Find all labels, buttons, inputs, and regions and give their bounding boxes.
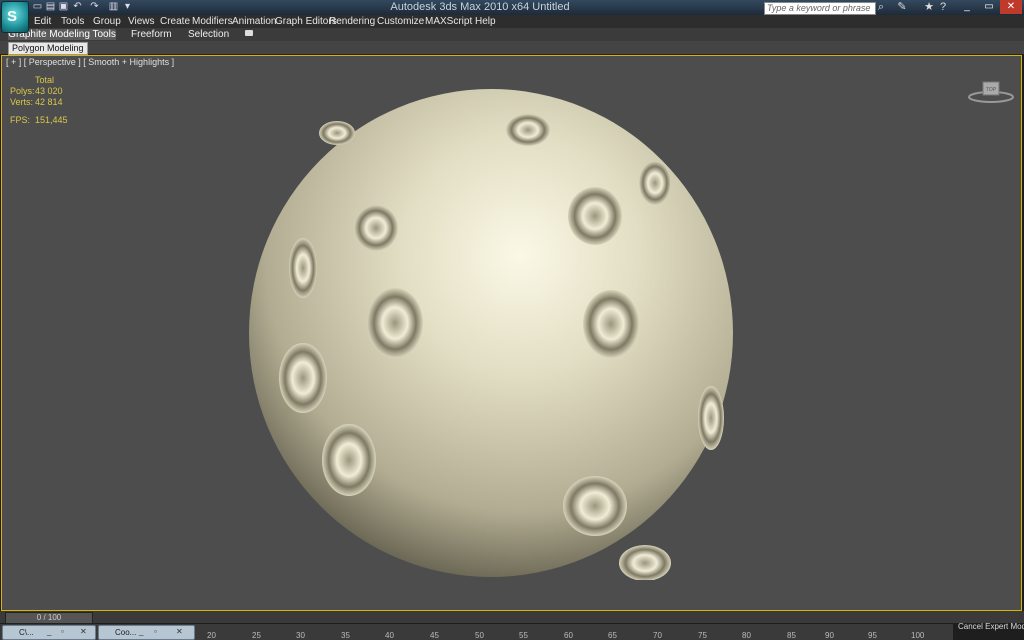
app-logo: S (7, 8, 18, 25)
tick-label: 25 (252, 631, 261, 640)
tick-label: 60 (564, 631, 573, 640)
ribbon-tabs: Graphite Modeling Tools Freeform Selecti… (0, 28, 1024, 41)
minimize-icon[interactable]: _ (47, 628, 55, 636)
menu-group[interactable]: Group (93, 16, 121, 27)
tick-label: 20 (207, 631, 216, 640)
polys-label: Polys: (10, 86, 35, 96)
crater (506, 114, 550, 146)
tick-label: 50 (475, 631, 484, 640)
application-button[interactable]: S (1, 1, 29, 33)
ribbon-options-icon[interactable] (245, 30, 253, 36)
polygon-modeling-panel[interactable]: Polygon Modeling (8, 42, 88, 55)
tick-label: 45 (430, 631, 439, 640)
crater (639, 161, 671, 205)
close-icon[interactable]: ✕ (80, 628, 88, 636)
menu-animation[interactable]: Animation (232, 16, 276, 27)
close-button[interactable]: ✕ (1000, 0, 1022, 14)
cancel-expert-mode-button[interactable]: Cancel Expert Mode (958, 622, 1024, 631)
menu-modifiers[interactable]: Modifiers (192, 16, 233, 27)
verts-value: 42 814 (35, 97, 63, 107)
open-file-icon[interactable]: ▤ (45, 2, 56, 12)
viewport-label[interactable]: [ + ] [ Perspective ] [ Smooth + Highlig… (6, 57, 174, 67)
menu-customize[interactable]: Customize (377, 16, 424, 27)
search-input[interactable]: Type a keyword or phrase (764, 2, 876, 15)
menu-edit[interactable]: Edit (34, 16, 51, 27)
menu-views[interactable]: Views (128, 16, 155, 27)
close-icon[interactable]: ✕ (176, 628, 184, 636)
tab-freeform[interactable]: Freeform (131, 29, 172, 40)
viewcube-icon[interactable]: TOP (968, 80, 1014, 104)
wrench-icon[interactable]: ✎ (896, 1, 908, 13)
svg-text:TOP: TOP (986, 87, 997, 93)
taskbar: C\... _ ▫ ✕ Coo... _ ▫ ✕ (0, 624, 195, 640)
time-slider[interactable]: 0 / 100 (5, 612, 93, 624)
time-bar: 0 / 100 (0, 611, 1024, 624)
taskbar-item-label: C\... (19, 628, 34, 637)
crater (319, 121, 355, 145)
tick-label: 70 (653, 631, 662, 640)
undo-icon[interactable]: ↶ (72, 2, 83, 12)
verts-label: Verts: (10, 97, 34, 107)
tick-label: 75 (698, 631, 707, 640)
crater (279, 343, 327, 413)
search-icon[interactable]: ⌕ (875, 1, 887, 13)
window-title: Autodesk 3ds Max 2010 x64 Untitled (390, 1, 570, 13)
save-icon[interactable]: ▣ (58, 2, 69, 12)
maximize-button[interactable]: ▭ (978, 0, 1000, 14)
cratered-sphere[interactable] (245, 88, 737, 580)
crater (583, 290, 639, 358)
crater (354, 205, 398, 251)
taskbar-item[interactable]: Coo... _ ▫ ✕ (98, 625, 195, 640)
quick-access-dropdown-icon[interactable]: ▾ (122, 2, 133, 12)
crater (322, 424, 376, 496)
crater (289, 238, 317, 298)
stats-header: Total (35, 75, 55, 85)
new-file-icon[interactable]: ▭ (32, 2, 43, 12)
polys-value: 43 020 (35, 86, 63, 96)
menu-maxscript[interactable]: MAXScript (425, 16, 472, 27)
tick-label: 40 (385, 631, 394, 640)
menu-tools[interactable]: Tools (61, 16, 84, 27)
taskbar-item-label: Coo... (115, 628, 137, 637)
crater (619, 545, 671, 580)
star-icon[interactable]: ★ (923, 1, 935, 13)
tick-label: 35 (341, 631, 350, 640)
perspective-viewport[interactable]: [ + ] [ Perspective ] [ Smooth + Highlig… (1, 55, 1022, 611)
crater (367, 288, 423, 358)
tick-label: 85 (787, 631, 796, 640)
menu-bar: Edit Tools Group Views Create Modifiers … (0, 15, 1024, 28)
tick-label: 55 (519, 631, 528, 640)
tick-label: 65 (608, 631, 617, 640)
ribbon-panel: Polygon Modeling (0, 41, 1024, 55)
tick-label: 80 (742, 631, 751, 640)
fps-label: FPS: (10, 115, 31, 125)
project-folder-icon[interactable]: ▥ (108, 2, 119, 12)
menu-help[interactable]: Help (475, 16, 496, 27)
crater (563, 476, 627, 536)
restore-icon[interactable]: ▫ (154, 628, 162, 636)
crater (698, 386, 724, 450)
minimize-icon[interactable]: _ (139, 628, 147, 636)
tick-label: 30 (296, 631, 305, 640)
tab-selection[interactable]: Selection (188, 29, 229, 40)
menu-graph-editors[interactable]: Graph Editors (275, 16, 337, 27)
help-icon[interactable]: ? (937, 1, 949, 13)
tick-label: 95 (868, 631, 877, 640)
tick-label: 90 (825, 631, 834, 640)
menu-create[interactable]: Create (160, 16, 190, 27)
fps-value: 151,445 (35, 115, 68, 125)
tick-label: 100 (911, 631, 925, 640)
restore-icon[interactable]: ▫ (61, 628, 69, 636)
taskbar-item[interactable]: C\... _ ▫ ✕ (2, 625, 96, 640)
menu-rendering[interactable]: Rendering (329, 16, 375, 27)
crater (568, 187, 622, 245)
redo-icon[interactable]: ↷ (89, 2, 100, 12)
track-bar[interactable]: 20 25 30 35 40 45 50 55 60 65 70 75 80 8… (195, 624, 953, 640)
minimize-button[interactable]: _ (956, 0, 978, 14)
